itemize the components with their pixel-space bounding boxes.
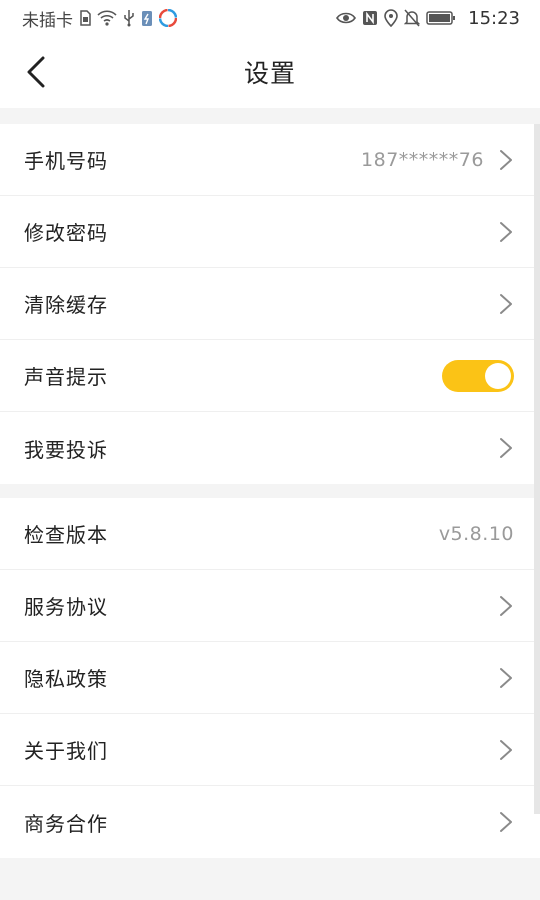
setting-phone-number[interactable]: 手机号码 187******76 xyxy=(0,124,540,196)
sound-alert-toggle[interactable] xyxy=(442,359,514,392)
section-divider xyxy=(0,108,540,124)
chevron-right-icon xyxy=(500,293,512,314)
status-bar: 未插卡 15:23 xyxy=(0,0,540,36)
setting-label: 清除缓存 xyxy=(24,293,108,317)
nfc-icon xyxy=(362,10,378,26)
setting-change-password[interactable]: 修改密码 xyxy=(0,196,540,268)
setting-label: 我要投诉 xyxy=(24,437,108,462)
chevron-right-icon xyxy=(500,221,512,242)
version-value: v5.8.10 xyxy=(438,522,514,545)
app-icon xyxy=(159,9,177,27)
chevron-right-icon xyxy=(500,149,512,170)
setting-business-cooperation[interactable]: 商务合作 xyxy=(0,786,540,858)
toggle-knob xyxy=(485,362,511,389)
mute-icon xyxy=(404,9,421,27)
clock-time: 15:23 xyxy=(468,7,520,29)
location-icon xyxy=(384,9,398,27)
chevron-right-icon xyxy=(500,739,512,760)
chevron-right-icon xyxy=(500,595,512,616)
setting-complaint[interactable]: 我要投诉 xyxy=(0,412,540,484)
eye-icon xyxy=(336,11,357,25)
setting-label: 关于我们 xyxy=(24,739,108,763)
setting-label: 手机号码 xyxy=(24,149,108,173)
setting-label: 修改密码 xyxy=(24,221,108,245)
setting-sound-alert: 声音提示 xyxy=(0,340,540,412)
setting-about-us[interactable]: 关于我们 xyxy=(0,714,540,786)
usb-icon xyxy=(123,9,135,27)
header: 设置 xyxy=(0,36,540,108)
setting-check-version[interactable]: 检查版本 v5.8.10 xyxy=(0,498,540,570)
sim-icon xyxy=(79,10,91,26)
setting-label: 声音提示 xyxy=(24,365,108,389)
wifi-icon xyxy=(97,10,117,26)
chevron-right-icon xyxy=(500,438,512,458)
carrier-text: 未插卡 xyxy=(22,10,73,31)
setting-label: 隐私政策 xyxy=(24,667,108,691)
scrollbar[interactable] xyxy=(534,124,540,814)
chevron-right-icon xyxy=(500,812,512,832)
settings-group-about: 检查版本 v5.8.10 服务协议 隐私政策 关于我们 商务合作 xyxy=(0,498,540,858)
setting-label: 检查版本 xyxy=(24,523,108,547)
back-button[interactable] xyxy=(14,50,58,94)
chevron-right-icon xyxy=(500,667,512,688)
setting-clear-cache[interactable]: 清除缓存 xyxy=(0,268,540,340)
setting-label: 商务合作 xyxy=(24,811,108,836)
setting-right: 187******76 xyxy=(361,148,514,172)
battery-icon xyxy=(426,10,456,26)
setting-label: 服务协议 xyxy=(24,595,108,619)
battery-charge-icon xyxy=(141,9,153,27)
setting-privacy-policy[interactable]: 隐私政策 xyxy=(0,642,540,714)
page-title: 设置 xyxy=(243,59,296,88)
status-left: 未插卡 xyxy=(22,6,177,31)
setting-service-agreement[interactable]: 服务协议 xyxy=(0,570,540,642)
settings-group-account: 手机号码 187******76 修改密码 清除缓存 声音提示 我要投诉 xyxy=(0,124,540,484)
chevron-left-icon xyxy=(27,56,45,88)
status-right: 15:23 xyxy=(336,8,520,29)
section-divider xyxy=(0,484,540,498)
phone-number-value: 187******76 xyxy=(361,148,484,171)
